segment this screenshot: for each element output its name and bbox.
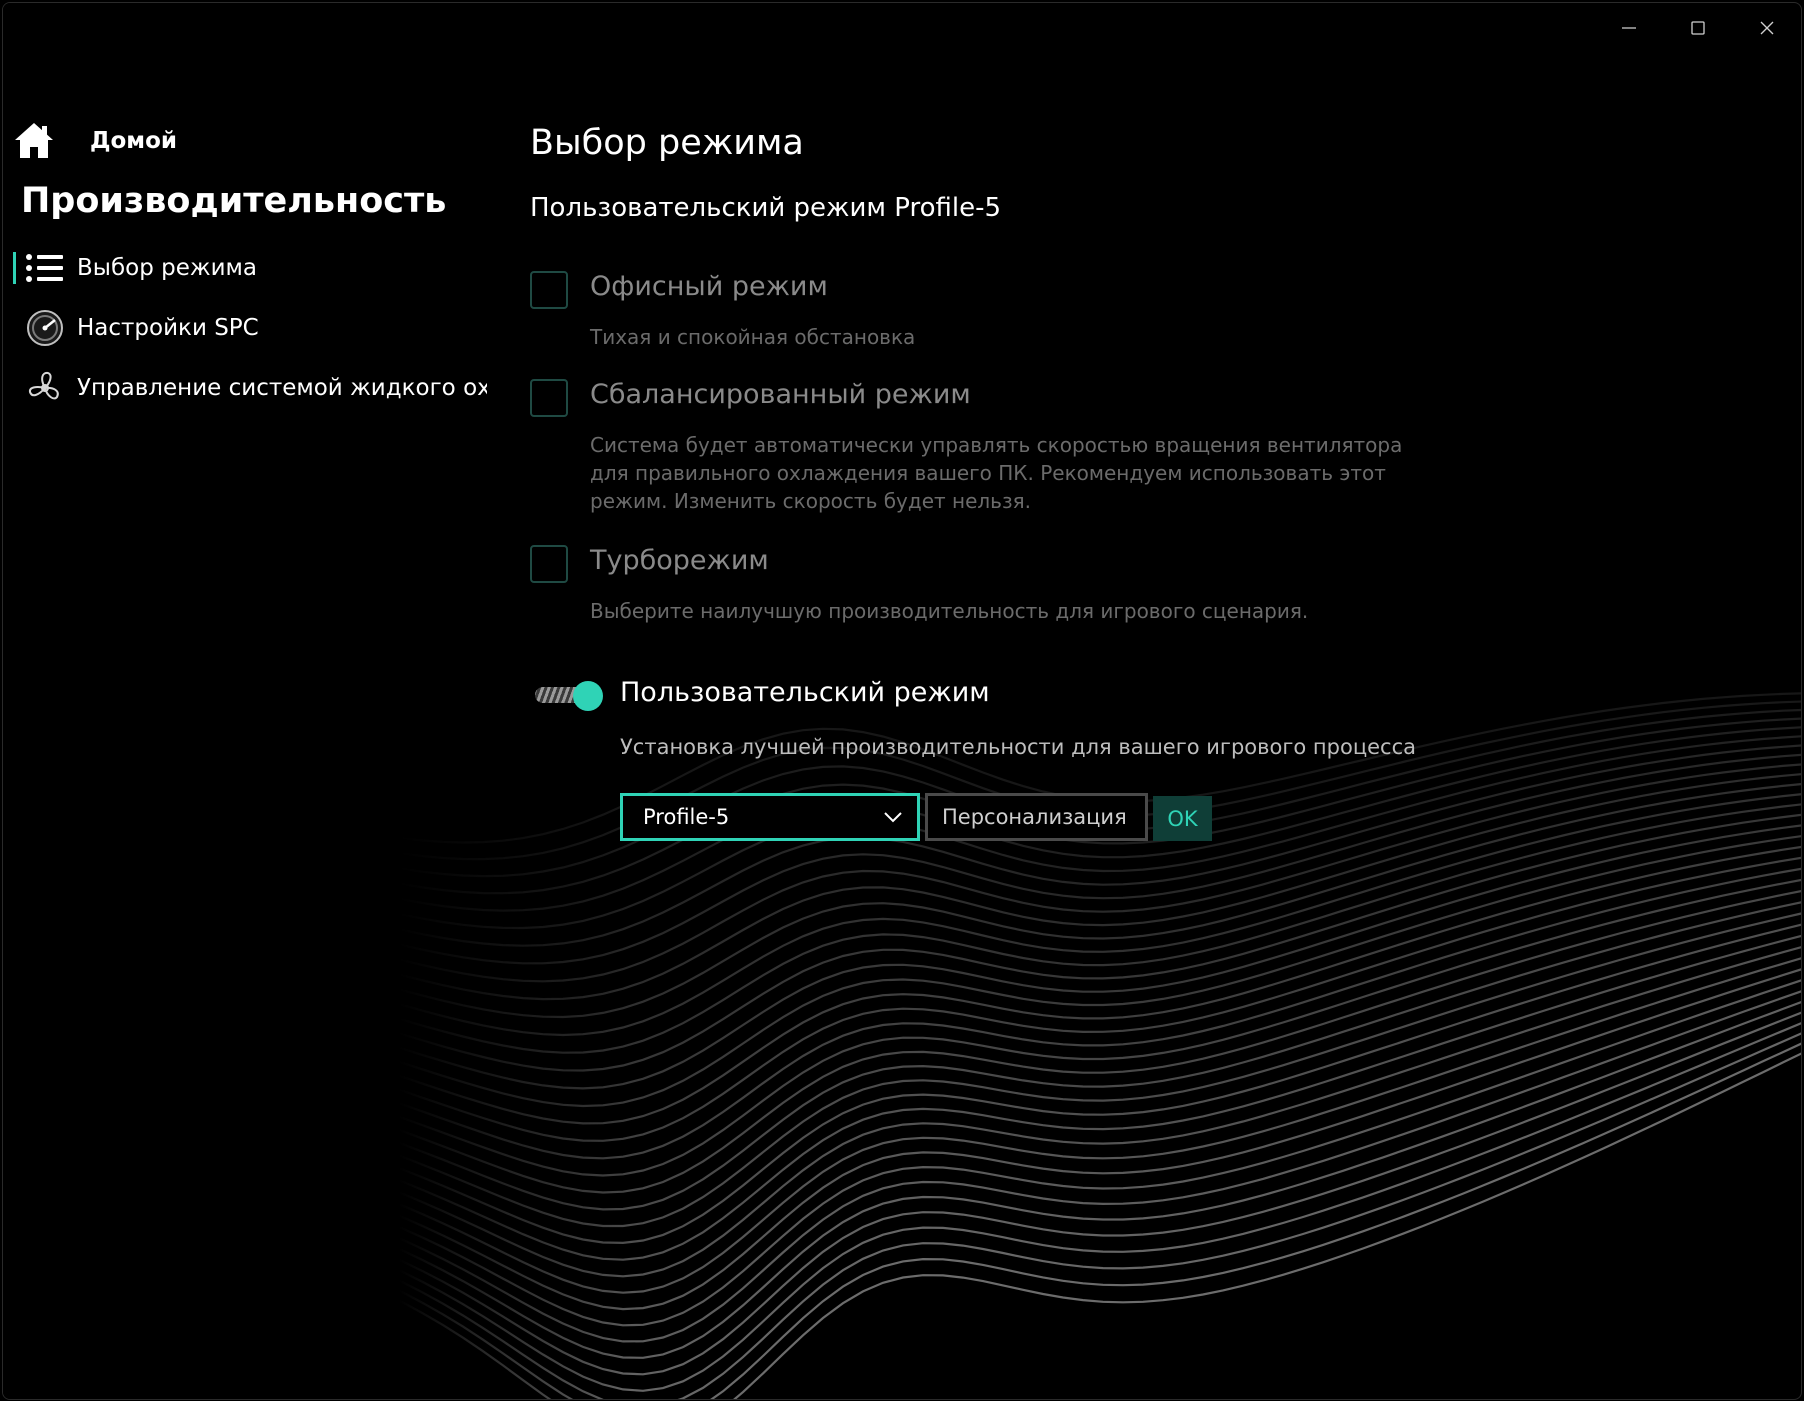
custom-mode-title: Пользовательский режим: [620, 677, 990, 708]
list-icon: [25, 252, 65, 284]
chevron-down-icon: [884, 812, 902, 823]
sidebar-item-mode-select[interactable]: Выбор режима: [3, 243, 488, 293]
personalize-field[interactable]: Персонализация: [925, 793, 1148, 841]
sidebar-item-liquid-cooling[interactable]: Управление системой жидкого охлаж: [3, 363, 488, 413]
mode-turbo-checkbox[interactable]: [530, 545, 568, 583]
close-icon: [1760, 21, 1773, 35]
profile-dropdown-value: Profile-5: [643, 805, 730, 829]
sidebar-item-spc-settings[interactable]: Настройки SPC: [3, 303, 488, 353]
current-profile-subtitle: Пользовательский режим Profile-5: [530, 193, 1001, 223]
maximize-icon: [1690, 21, 1705, 35]
close-button[interactable]: [1732, 3, 1801, 53]
sidebar-item-label: Настройки SPC: [77, 315, 259, 341]
minimize-button[interactable]: [1594, 3, 1663, 53]
sidebar-item-label: Управление системой жидкого охлаж: [77, 375, 487, 401]
title-bar-controls: [1594, 3, 1801, 53]
toggle-knob: [573, 681, 603, 711]
mode-balanced-title: Сбалансированный режим: [590, 379, 971, 410]
home-label: Домой: [90, 128, 178, 154]
gauge-icon: [25, 310, 65, 346]
mode-balanced-description: Система будет автоматически управлять ск…: [590, 433, 1403, 513]
mode-balanced-checkbox[interactable]: [530, 379, 568, 417]
profile-dropdown[interactable]: Profile-5: [620, 793, 920, 841]
home-link[interactable]: Домой: [13, 121, 177, 161]
minimize-icon: [1621, 27, 1636, 29]
mode-office-title: Офисный режим: [590, 271, 828, 302]
page-title: Выбор режима: [530, 123, 804, 163]
ok-button[interactable]: OK: [1153, 796, 1212, 841]
mode-turbo-description: Выберите наилучшую производительность дл…: [590, 599, 1309, 623]
app-window: Домой Производительность Выбор режима На…: [2, 2, 1802, 1400]
custom-mode-toggle[interactable]: [535, 681, 603, 711]
maximize-button[interactable]: [1663, 3, 1732, 53]
mode-turbo-title: Турборежим: [590, 545, 769, 576]
fan-icon: [25, 371, 65, 404]
mode-office-description: Тихая и спокойная обстановка: [590, 325, 916, 349]
home-icon: [15, 123, 53, 158]
mode-office-checkbox[interactable]: [530, 271, 568, 309]
custom-mode-description: Установка лучшей производительности для …: [620, 735, 1417, 759]
section-title: Производительность: [21, 181, 447, 221]
active-indicator: [13, 252, 16, 284]
sidebar-item-label: Выбор режима: [77, 255, 257, 281]
